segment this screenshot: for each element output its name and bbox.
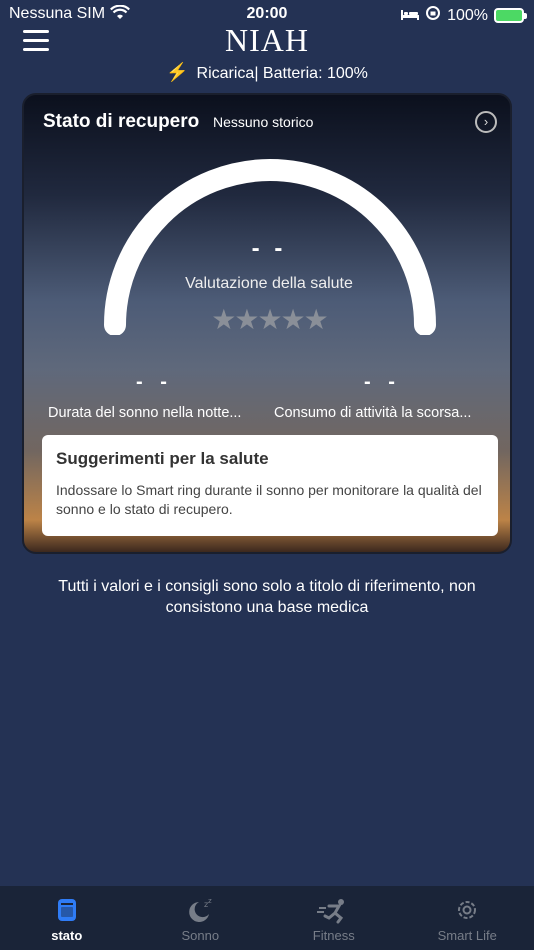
- disclaimer: Tutti i valori e i consigli sono solo a …: [58, 578, 476, 616]
- tab-fitness[interactable]: Fitness: [267, 886, 401, 950]
- tab-label: Sonno: [181, 928, 220, 943]
- tips-title: Suggerimenti per la salute: [56, 449, 269, 468]
- chevron-right-icon[interactable]: ›: [475, 111, 497, 133]
- charge-status: ⚡ Ricarica| Batteria: 100%: [0, 62, 534, 83]
- fitness-icon: [267, 898, 401, 924]
- card-subtitle: Nessuno storico: [213, 114, 314, 130]
- health-tips-box: Suggerimenti per la salute Indossare lo …: [42, 435, 498, 536]
- battery-icon: [494, 8, 527, 23]
- status-icon: [0, 898, 134, 924]
- svg-text:z: z: [208, 898, 212, 905]
- sleep-value: - -: [136, 371, 173, 393]
- charge-status-text: Ricarica| Batteria: 100%: [196, 65, 368, 82]
- sleep-icon: zz: [134, 897, 268, 924]
- evaluation-label: Valutazione della salute: [185, 275, 353, 292]
- tab-sonno[interactable]: zz Sonno: [134, 886, 268, 950]
- brand-logo: NIAH: [225, 22, 309, 58]
- tips-text: Indossare lo Smart ring durante il sonno…: [56, 482, 482, 517]
- rating-stars: ★★★★★: [211, 304, 329, 335]
- tab-stato[interactable]: stato: [0, 886, 134, 950]
- health-score: - -: [251, 235, 287, 262]
- tab-smart-life[interactable]: Smart Life: [401, 886, 534, 950]
- tab-label: stato: [51, 928, 83, 943]
- tab-label: Fitness: [312, 928, 355, 943]
- recovery-card: Stato di recupero Nessuno storico › - - …: [22, 93, 512, 554]
- activity-value: - -: [364, 371, 401, 393]
- card-title: Stato di recupero: [43, 111, 200, 132]
- tab-label: Smart Life: [437, 928, 497, 943]
- lightning-icon: ⚡: [166, 62, 189, 82]
- tab-bar: stato zz Sonno Fitness Smart Life: [0, 886, 534, 950]
- sleep-label: Durata del sonno nella notte...: [48, 405, 242, 421]
- activity-label: Consumo di attività la scorsa...: [274, 405, 472, 421]
- gear-icon: [401, 898, 534, 924]
